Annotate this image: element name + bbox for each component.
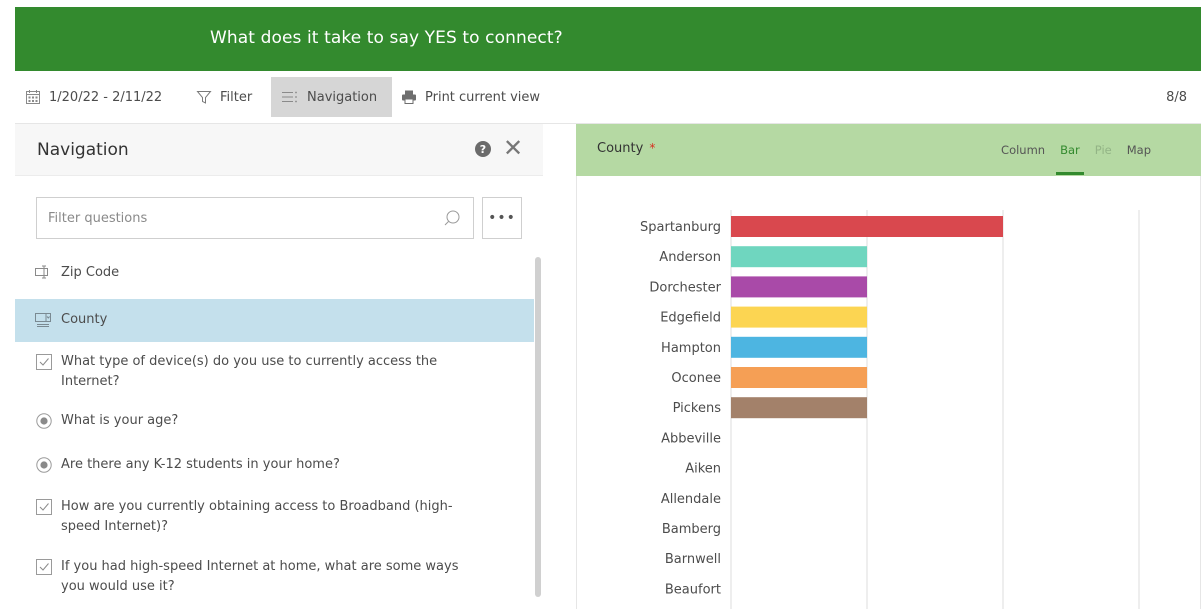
date-range-label: 1/20/22 - 2/11/22 [49,89,163,105]
nav-item-label: What is your age? [61,413,179,428]
bar-chart-area: Spartanburg Anderson Dorchester Edgefield Ha… [576,176,1201,609]
print-button[interactable]: Print current view [401,77,540,117]
more-options-button[interactable]: ••• [482,197,522,239]
bar-pickens[interactable] [731,397,867,419]
filter-button[interactable]: Filter [196,77,252,117]
nav-item-label: If you had high-speed Internet at home, … [61,559,459,594]
nav-item-broadband-question[interactable]: How are you currently obtaining access t… [15,497,534,541]
calendar-icon [25,89,41,105]
category-label: Pickens [673,401,722,416]
category-label: Hampton [661,341,721,356]
category-label: Spartanburg [640,220,721,235]
navigation-panel: Navigation ? ✕ ••• Zip Code County What … [15,124,543,609]
category-label: Edgefield [660,311,721,326]
nav-item-label: Zip Code [61,265,120,280]
nav-item-usage-question[interactable]: If you had high-speed Internet at home, … [15,557,534,601]
tab-pie: Pie [1094,143,1112,157]
tab-bar[interactable]: Bar [1056,124,1084,176]
category-label: Abbeville [661,431,721,446]
checkbox-icon [33,352,55,370]
chart-panel: County * Column Bar Pie Map Spartanburg An… [576,124,1201,609]
nav-item-label: County [61,312,108,327]
filter-questions-input[interactable] [37,198,437,238]
nav-item-device-question[interactable]: What type of device(s) do you use to cur… [15,352,534,396]
navigation-header: Navigation ? ✕ [15,124,543,176]
bar-edgefield[interactable] [731,306,867,328]
funnel-icon [196,89,212,105]
question-title: County * [597,141,655,156]
radio-icon [33,455,55,473]
category-label: Dorchester [649,280,721,295]
bar-dorchester[interactable] [731,276,867,298]
dropdown-icon [33,310,55,328]
text-field-icon [33,263,55,279]
printer-icon [401,89,417,105]
question-title-text: County [597,141,644,156]
nav-item-label: How are you currently obtaining access t… [61,499,453,534]
category-label: Oconee [671,371,721,386]
header-banner: What does it take to say YES to connect? [15,7,1201,71]
nav-item-zip-code[interactable]: Zip Code [15,263,534,287]
tab-map[interactable]: Map [1127,124,1151,176]
checkbox-icon [33,557,55,575]
chart-type-tabs: Column Bar Pie Map [986,124,1151,176]
nav-item-label: What type of device(s) do you use to cur… [61,354,438,389]
navigation-label: Navigation [307,89,378,105]
nav-item-age-question[interactable]: What is your age? [15,411,534,435]
search-icon[interactable] [443,209,461,231]
checkbox-icon [33,497,55,515]
navigation-title: Navigation [37,140,129,160]
survey-title: What does it take to say YES to connect? [210,28,563,48]
bar-spartanburg[interactable] [731,216,1003,237]
category-label: Aiken [685,462,721,477]
filter-label: Filter [220,89,253,105]
bar-hampton[interactable] [731,336,867,358]
close-icon[interactable]: ✕ [503,136,523,160]
category-label: Bamberg [662,522,721,537]
bar-oconee[interactable] [731,367,867,388]
navigation-scrollbar[interactable] [535,257,541,597]
filter-questions-box [36,197,474,239]
page-indicator: 8/8 [1166,89,1187,105]
list-icon [281,90,299,104]
category-label: Anderson [659,250,721,265]
toolbar: 1/20/22 - 2/11/22 Filter Navigation Prin… [15,77,1201,117]
tab-column[interactable]: Column [1001,124,1045,176]
required-marker: * [649,141,656,155]
nav-item-k12-question[interactable]: Are there any K-12 students in your home… [15,455,534,479]
radio-icon [33,411,55,429]
county-bar-chart: Spartanburg Anderson Dorchester Edgefield Ha… [640,210,1140,609]
nav-item-label: Are there any K-12 students in your home… [61,457,340,472]
print-label: Print current view [425,89,541,105]
chart-header: County * Column Bar Pie Map [576,124,1201,176]
navigation-button[interactable]: Navigation [271,77,392,117]
help-icon[interactable]: ? [475,141,491,157]
nav-item-county[interactable]: County [15,299,534,342]
category-label: Barnwell [665,552,721,567]
date-range-button[interactable]: 1/20/22 - 2/11/22 [25,77,162,117]
bar-anderson[interactable] [731,246,867,268]
category-label: Beaufort [665,582,721,597]
category-label: Allendale [661,492,721,507]
